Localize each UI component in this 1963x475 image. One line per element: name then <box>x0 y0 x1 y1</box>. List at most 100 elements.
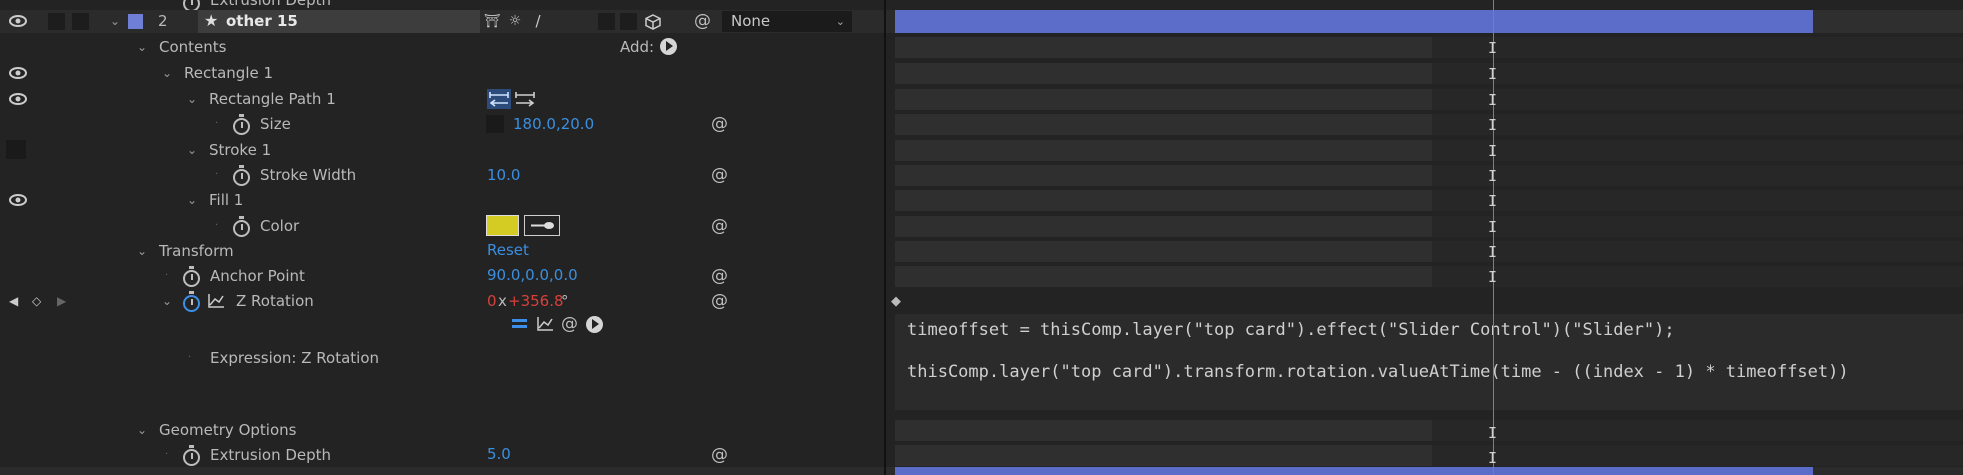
adjustment-switch[interactable] <box>620 13 637 30</box>
rectangle-group-row: ⌄ Rectangle 1 <box>0 61 1963 86</box>
anchor-point-value[interactable]: 90.0,0.0,0.0 <box>487 265 578 285</box>
chevron-down-icon[interactable]: ⌄ <box>187 140 197 160</box>
chevron-down-icon[interactable]: ⌄ <box>137 420 147 440</box>
layer-name: other 15 <box>226 12 298 30</box>
panel-divider[interactable] <box>884 0 886 475</box>
rotation-degrees-value[interactable]: +356.8 <box>508 291 564 311</box>
group-label: Contents <box>159 38 227 56</box>
layer-row-next[interactable] <box>0 467 1963 475</box>
path-direction-forward-icon[interactable] <box>487 89 511 109</box>
solo-switch[interactable] <box>48 13 65 30</box>
stopwatch-icon[interactable] <box>183 445 200 466</box>
layer-duration-bar[interactable] <box>895 467 1813 475</box>
property-label: Extrusion Depth <box>210 446 332 464</box>
parent-dropdown[interactable]: None ⌄ <box>722 11 852 32</box>
expression-editor[interactable]: timeoffset = thisComp.layer("top card").… <box>895 314 1963 410</box>
rotation-turns-value[interactable]: 0 <box>487 291 497 311</box>
chevron-down-icon[interactable]: ⌄ <box>137 241 147 261</box>
bullet-icon: · <box>215 220 219 231</box>
3d-layer-icon[interactable] <box>644 13 662 31</box>
pickwhip-spiral-icon[interactable]: @ <box>711 291 728 311</box>
motion-blur-switch[interactable] <box>598 13 615 30</box>
stopwatch-active-icon[interactable] <box>183 291 200 312</box>
group-label: Transform <box>159 242 234 260</box>
cti-ibeam-marker: I <box>1488 65 1498 83</box>
shy-switch-icon[interactable]: ⛩ <box>482 12 502 31</box>
layer-row-cut: Extrusion Depth <box>0 0 1963 12</box>
bullet-icon: · <box>215 169 219 180</box>
reset-link[interactable]: Reset <box>487 240 529 260</box>
cti-ibeam-marker: I <box>1488 268 1498 286</box>
add-menu-button[interactable] <box>660 38 677 55</box>
graph-icon[interactable] <box>207 293 225 309</box>
eye-icon[interactable] <box>8 93 28 105</box>
group-label: Geometry Options <box>159 421 297 439</box>
layer-row[interactable]: ⌄ 2 ★ other 15 ⛩ ☼ / @ None ⌄ <box>0 10 1963 33</box>
property-label: Z Rotation <box>236 292 314 310</box>
chevron-down-icon[interactable]: ⌄ <box>187 89 197 109</box>
layer-duration-bar[interactable] <box>895 10 1813 33</box>
group-label: Fill 1 <box>209 191 244 209</box>
expression-row: @ · Expression: Z Rotation timeoffset = … <box>0 314 1963 412</box>
expression-enable-icon[interactable] <box>512 317 527 330</box>
eye-icon[interactable] <box>8 67 28 79</box>
quality-sun-icon[interactable]: ☼ <box>505 12 525 31</box>
pickwhip-spiral-icon[interactable]: @ <box>694 11 711 31</box>
chevron-down-icon: ⌄ <box>835 15 845 28</box>
quality-slash-icon[interactable]: / <box>528 12 548 31</box>
size-row: · Size 180.0,20.0 @ <box>0 112 1963 137</box>
chevron-down-icon[interactable]: ⌄ <box>187 190 197 210</box>
pickwhip-spiral-icon[interactable]: @ <box>711 114 728 134</box>
add-keyframe-icon[interactable]: ◇ <box>32 291 41 311</box>
degree-unit: ° <box>561 292 569 310</box>
chevron-down-icon[interactable]: ⌄ <box>162 63 172 83</box>
next-keyframe-icon[interactable]: ▶ <box>57 291 66 311</box>
property-label: Color <box>260 217 300 235</box>
cti-ibeam-marker: I <box>1488 91 1498 109</box>
expression-line[interactable]: thisComp.layer("top card").transform.rot… <box>907 362 1849 382</box>
keyframe-diamond-icon[interactable]: ◆ <box>891 292 901 312</box>
stopwatch-icon[interactable] <box>233 114 250 135</box>
expression-line[interactable]: timeoffset = thisComp.layer("top card").… <box>907 320 1675 340</box>
property-label: Anchor Point <box>210 267 305 285</box>
cti-ibeam-marker: I <box>1488 39 1498 57</box>
expression-language-menu-button[interactable] <box>586 316 603 333</box>
eye-icon[interactable] <box>8 15 28 27</box>
bullet-icon: · <box>188 352 192 363</box>
stopwatch-icon[interactable] <box>183 266 200 287</box>
label-color-swatch[interactable] <box>128 14 143 29</box>
property-label: Size <box>260 115 291 133</box>
lock-switch[interactable] <box>72 13 89 30</box>
pickwhip-spiral-icon[interactable]: @ <box>711 216 728 236</box>
layer-number: 2 <box>158 12 168 30</box>
transform-row: ⌄ Transform Reset <box>0 239 1963 264</box>
size-value[interactable]: 180.0,20.0 <box>513 114 594 134</box>
group-label: Rectangle 1 <box>184 64 274 82</box>
expression-graph-icon[interactable] <box>536 316 554 332</box>
pickwhip-spiral-icon[interactable]: @ <box>711 266 728 286</box>
cti-ibeam-marker: I <box>1488 243 1498 261</box>
pickwhip-spiral-icon[interactable]: @ <box>711 445 728 465</box>
cti-ibeam-marker: I <box>1488 424 1498 442</box>
cti-ibeam-marker: I <box>1488 116 1498 134</box>
chevron-down-icon[interactable]: ⌄ <box>137 37 147 57</box>
layer-name-field[interactable]: ★ other 15 <box>198 10 480 33</box>
extrusion-depth-value[interactable]: 5.0 <box>487 444 511 464</box>
fill-group-row: ⌄ Fill 1 <box>0 188 1963 213</box>
eye-icon[interactable] <box>8 194 28 206</box>
fill-color-swatch[interactable] <box>486 215 519 236</box>
chevron-down-icon[interactable]: ⌄ <box>110 11 120 31</box>
constrain-proportions-toggle[interactable] <box>486 115 504 133</box>
path-direction-reverse-icon[interactable] <box>513 89 537 109</box>
bullet-icon: · <box>165 449 169 460</box>
chevron-down-icon[interactable]: ⌄ <box>162 291 172 311</box>
stopwatch-icon[interactable] <box>233 165 250 186</box>
expression-pickwhip-icon[interactable]: @ <box>561 314 578 334</box>
stroke-width-value[interactable]: 10.0 <box>487 165 520 185</box>
stopwatch-icon[interactable] <box>233 216 250 237</box>
pickwhip-spiral-icon[interactable]: @ <box>711 165 728 185</box>
property-label: Stroke Width <box>260 166 357 184</box>
visibility-off-switch[interactable] <box>6 140 26 159</box>
eyedropper-button[interactable] <box>524 215 560 236</box>
prev-keyframe-icon[interactable]: ◀ <box>9 291 18 311</box>
